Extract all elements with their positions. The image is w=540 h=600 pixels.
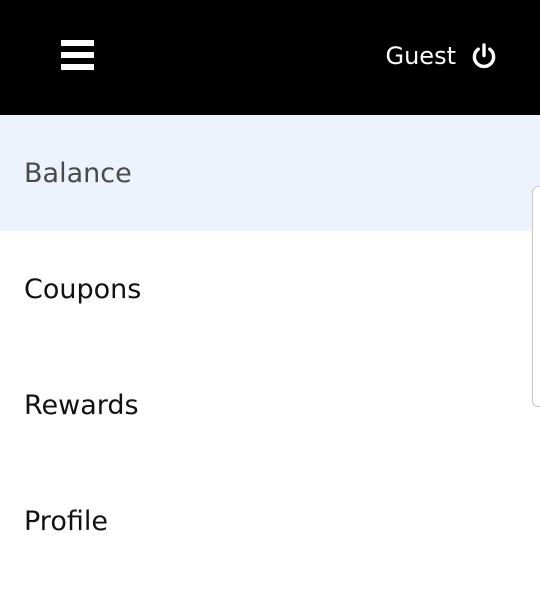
- nav-item-label: Profile: [24, 505, 108, 537]
- nav-item-coupons[interactable]: Coupons: [0, 231, 540, 347]
- nav-item-label: Rewards: [24, 389, 139, 421]
- power-icon: [470, 42, 498, 70]
- nav-item-profile[interactable]: Profile: [0, 463, 540, 579]
- logout-button[interactable]: [470, 42, 498, 70]
- nav-menu: Balance Coupons Rewards Profile: [0, 115, 540, 579]
- nav-item-label: Balance: [24, 157, 132, 189]
- nav-item-label: Coupons: [24, 273, 142, 305]
- app-header: Guest: [0, 0, 540, 115]
- menu-button[interactable]: [56, 34, 100, 76]
- nav-item-rewards[interactable]: Rewards: [0, 347, 540, 463]
- user-area: Guest: [386, 38, 499, 74]
- nav-item-balance[interactable]: Balance: [0, 115, 540, 231]
- background-panel-edge: [532, 186, 540, 407]
- user-name: Guest: [385, 42, 457, 70]
